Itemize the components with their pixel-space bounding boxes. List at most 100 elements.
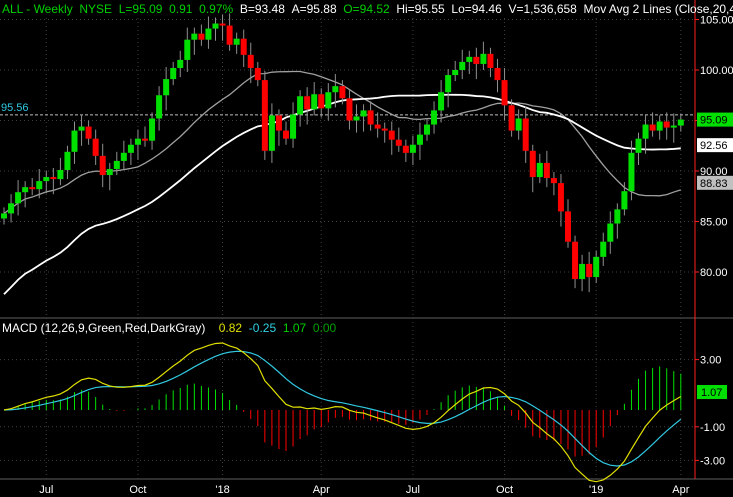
candle-body — [134, 138, 141, 145]
candle — [614, 203, 621, 239]
x-tick-label: Jul — [406, 484, 420, 496]
x-tick-label: Jul — [39, 484, 53, 496]
candle-body — [57, 169, 64, 180]
candle-body — [374, 124, 381, 129]
candle-body — [64, 151, 71, 170]
candle-body — [459, 61, 466, 70]
candle — [318, 88, 325, 118]
candle-body — [78, 126, 85, 131]
candle-body — [515, 118, 522, 131]
change-pct: 0.97% — [199, 2, 234, 16]
price-tick-label: 105.00 — [700, 15, 733, 27]
candle-body — [663, 121, 670, 128]
candle — [170, 61, 177, 86]
macd-last-label: 1.07 — [701, 387, 722, 399]
candle-body — [572, 241, 579, 280]
candle-body — [339, 86, 346, 99]
hist-value: 1.07 — [282, 321, 307, 335]
last-price: L=95.09 — [118, 2, 163, 16]
candle-body — [85, 126, 92, 139]
macd-value: 0.82 — [218, 321, 243, 335]
candle — [438, 80, 445, 123]
candle — [297, 90, 304, 127]
candle-body — [106, 168, 113, 176]
x-tick-label: Oct — [496, 484, 513, 496]
candle-body — [416, 134, 423, 145]
candle-body — [15, 192, 22, 204]
macd-signal-line — [3, 350, 682, 467]
candle-body — [261, 80, 268, 151]
candle-body — [290, 114, 297, 139]
candle — [663, 112, 670, 140]
candle — [290, 102, 297, 148]
candle-body — [254, 67, 261, 81]
candle — [85, 120, 92, 145]
candle-body — [1, 213, 7, 219]
candle-body — [579, 263, 586, 280]
candle-body — [600, 241, 607, 257]
candle-body — [219, 23, 226, 26]
chart-canvas[interactable]: Jul Oct '18 Apr Jul Oct '19 Apr 105.00 100.00 95.0… — [0, 0, 733, 497]
candle-body — [205, 28, 212, 40]
candle — [395, 127, 402, 152]
candle — [670, 113, 677, 143]
candle — [219, 14, 226, 41]
candle-body — [297, 96, 304, 115]
candle — [156, 86, 163, 131]
candle-body — [565, 211, 571, 242]
candle-body — [268, 115, 275, 151]
candle — [381, 122, 388, 143]
macd-label[interactable]: MACD (12,26,9,Green,Red,DarkGray) — [2, 321, 205, 335]
candle-body — [670, 125, 677, 128]
candle-body — [332, 86, 339, 93]
x-tick-label: '18 — [215, 484, 229, 496]
price-header: ALL - Weekly NYSE L=95.09 0.91 0.97% B=9… — [2, 2, 733, 16]
candle-body — [607, 223, 614, 242]
candle-body — [388, 130, 395, 140]
last-value-label: 92.56 — [700, 140, 728, 152]
candle-body — [163, 79, 170, 96]
study-label[interactable]: Mov Avg 2 Lines (Close,20,40,0) ... — [584, 2, 733, 16]
candle — [15, 180, 22, 216]
candle — [536, 153, 543, 184]
candle-body — [127, 144, 134, 153]
candle-body — [283, 130, 289, 139]
candle-body — [113, 160, 120, 169]
candle — [29, 178, 36, 196]
candle-body — [170, 67, 177, 80]
candle-body — [409, 144, 416, 153]
candle — [78, 114, 85, 146]
candle — [565, 199, 571, 248]
candle-body — [142, 138, 148, 141]
candle — [92, 129, 99, 165]
macd-header: MACD (12,26,9,Green,Red,DarkGray) 0.82 -… — [2, 321, 336, 335]
candle-body — [177, 59, 184, 68]
candle — [424, 118, 430, 141]
macd-tick-label: 3.00 — [700, 355, 721, 367]
open: O=94.52 — [343, 2, 390, 16]
low: Lo=94.46 — [451, 2, 502, 16]
macd-tick-label: -3.00 — [700, 455, 725, 467]
candle-body — [381, 128, 388, 131]
candle — [529, 144, 536, 193]
candle-body — [501, 80, 508, 106]
candle-body — [543, 162, 550, 179]
last-value-label: 95.09 — [700, 115, 728, 127]
ask: A=95.88 — [291, 2, 337, 16]
candle — [508, 99, 515, 137]
candle-body — [325, 92, 332, 109]
candle — [494, 58, 501, 93]
candle — [409, 135, 416, 165]
candle — [240, 29, 247, 67]
price-tick-label: 85.00 — [700, 217, 728, 229]
candle-body — [191, 33, 198, 40]
candle — [628, 140, 635, 201]
candle-body — [628, 152, 635, 192]
candle-body — [635, 138, 642, 153]
candle-body — [226, 25, 233, 45]
candle-body — [487, 53, 494, 68]
macd-tick-label: -1.00 — [700, 422, 725, 434]
candle-body — [8, 203, 15, 214]
candle-body — [346, 98, 353, 121]
candle — [120, 140, 127, 170]
